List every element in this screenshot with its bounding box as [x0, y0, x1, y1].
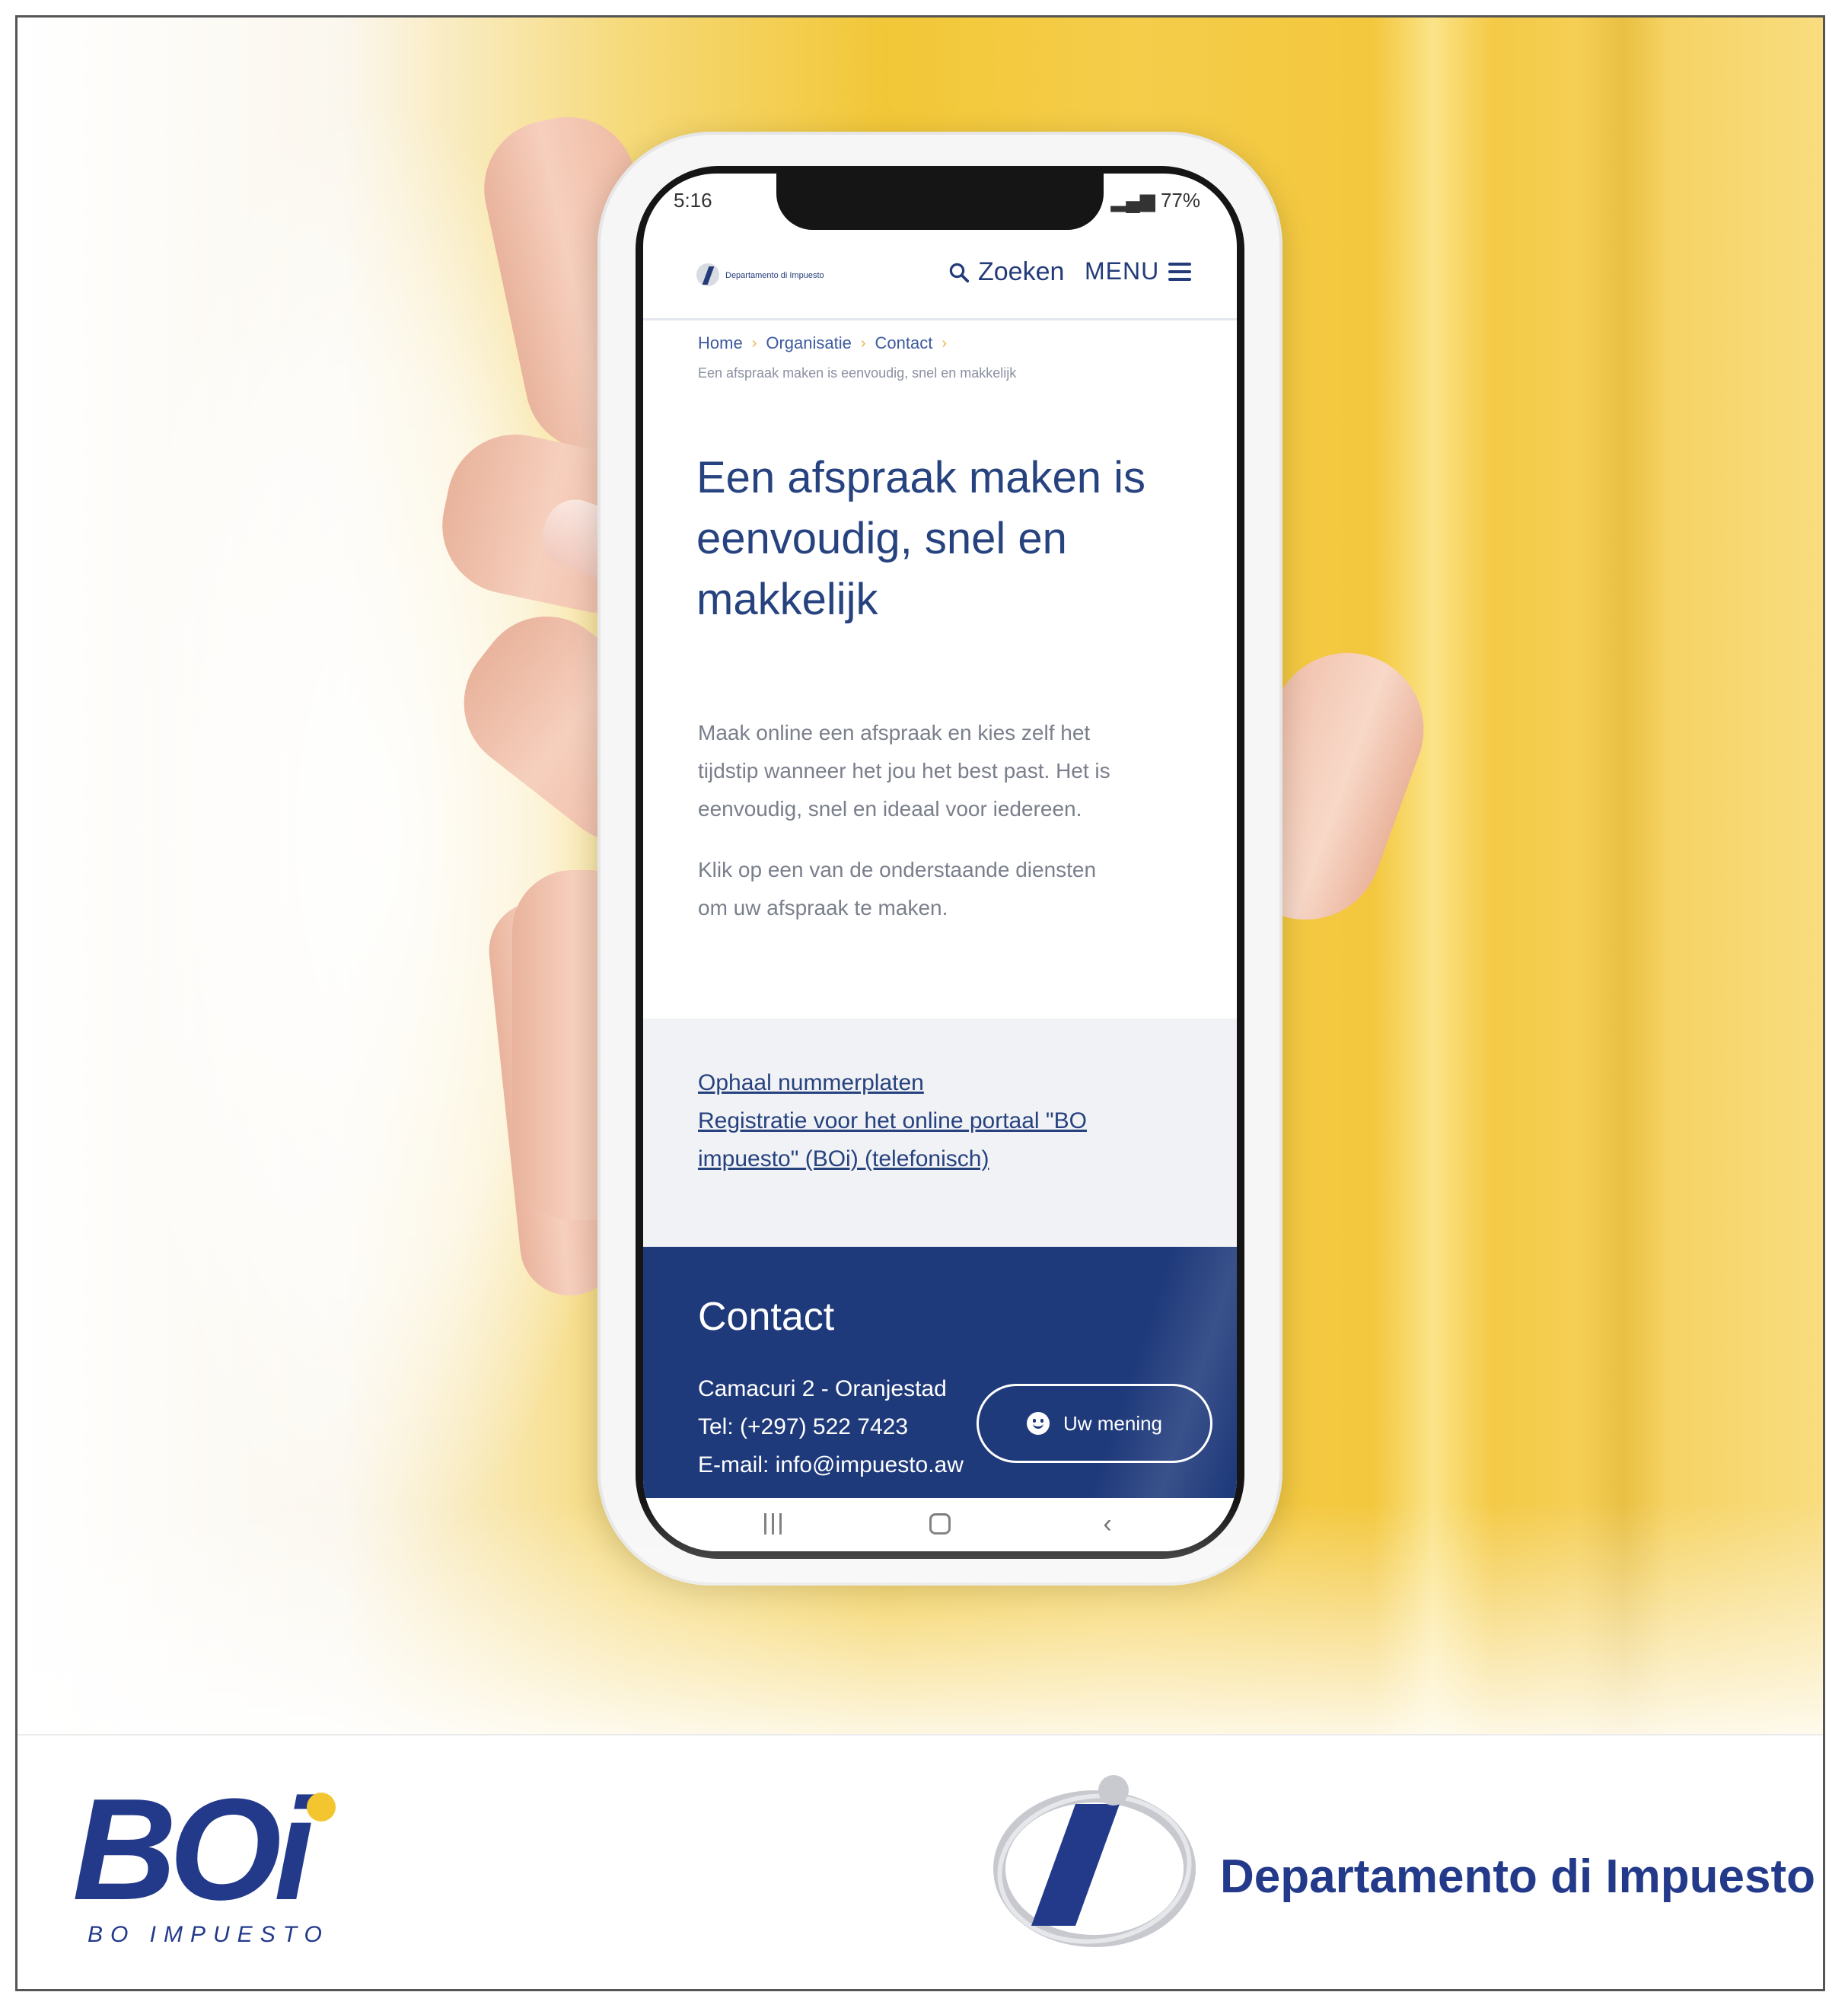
intro-line: Maak online een afspraak en kies zelf he…	[698, 721, 1091, 744]
chevron-right-icon: ›	[860, 334, 866, 352]
breadcrumb-contact[interactable]: Contact	[875, 333, 933, 353]
breadcrumb: Home › Organisatie › Contact › Een afspr…	[698, 333, 1216, 381]
breadcrumb-current: Een afspraak maken is eenvoudig, snel en…	[698, 365, 1017, 381]
promo-frame: 5:16 ▂▄▆ 77% Departamento di Impuesto Zo…	[15, 15, 1825, 1991]
intro-paragraph: Maak online een afspraak en kies zelf he…	[698, 714, 1170, 828]
department-logo: Departamento di Impuesto	[961, 1774, 1815, 1956]
smile-icon	[1026, 1412, 1050, 1435]
sweater-fold	[1372, 18, 1494, 1734]
logo-band: BOi BO IMPUESTO Departamento di Impuesto	[18, 1734, 1823, 1989]
department-name: Departamento di Impuesto	[1220, 1850, 1815, 1903]
department-logo-icon	[993, 1775, 1196, 1947]
sweater-fold	[1578, 18, 1669, 1734]
search-icon	[949, 263, 970, 282]
chevron-right-icon: ›	[942, 334, 948, 352]
footer-email[interactable]: E-mail: info@impuesto.aw	[698, 1452, 964, 1478]
footer-phone[interactable]: Tel: (+297) 522 7423	[698, 1414, 908, 1440]
service-link-line: Registratie voor het online portaal "BO	[698, 1108, 1087, 1133]
promo-photo: 5:16 ▂▄▆ 77% Departamento di Impuesto Zo…	[18, 18, 1823, 1734]
contact-footer: Contact Camacuri 2 - Oranjestad Tel: (+2…	[643, 1239, 1237, 1513]
photo-fade	[18, 1502, 1823, 1734]
phone-screen: 5:16 ▂▄▆ 77% Departamento di Impuesto Zo…	[643, 174, 1237, 1551]
menu-button[interactable]: MENU	[1085, 257, 1192, 285]
breadcrumb-organisatie[interactable]: Organisatie	[766, 333, 852, 353]
services-list: Ophaal nummerplaten Registratie voor het…	[643, 1018, 1237, 1247]
status-time: 5:16	[674, 189, 712, 212]
feedback-label: Uw mening	[1063, 1411, 1163, 1435]
instruction-line: om uw afspraak te maken.	[698, 896, 948, 920]
department-logo-icon	[696, 263, 719, 286]
breadcrumb-home[interactable]: Home	[698, 333, 743, 353]
instruction-paragraph: Klik op een van de onderstaande diensten…	[698, 851, 1170, 927]
page-title-line: eenvoudig, snel en	[696, 514, 1067, 563]
boi-logo-word: BOi	[72, 1769, 314, 1930]
boi-logo: BOi BO IMPUESTO	[72, 1777, 392, 1952]
feedback-button[interactable]: Uw mening	[977, 1384, 1212, 1463]
footer-sheen	[1085, 1239, 1237, 1513]
battery-percent: 77%	[1160, 189, 1200, 212]
site-header: Departamento di Impuesto Zoeken MENU	[643, 234, 1237, 320]
signal-icon: ▂▄▆	[1110, 189, 1161, 212]
footer-title: Contact	[698, 1295, 835, 1339]
boi-logo-subtitle: BO IMPUESTO	[88, 1922, 330, 1947]
site-logo-text: Departamento di Impuesto	[725, 271, 824, 280]
menu-label: MENU	[1085, 257, 1160, 285]
service-link-line: impuesto" (BOi) (telefonisch)	[698, 1146, 989, 1171]
service-link-boi-registratie[interactable]: Registratie voor het online portaal "BO …	[698, 1102, 1170, 1178]
hamburger-icon	[1168, 262, 1192, 281]
footer-address: Camacuri 2 - Oranjestad	[698, 1376, 947, 1401]
battery-indicator: ▂▄▆ 77%	[1110, 189, 1200, 212]
service-link-nummerplaten[interactable]: Ophaal nummerplaten	[698, 1064, 1170, 1102]
instruction-line: Klik op een van de onderstaande diensten	[698, 858, 1097, 881]
intro-line: eenvoudig, snel en ideaal voor iedereen.	[698, 797, 1082, 821]
status-bar: 5:16 ▂▄▆ 77%	[643, 174, 1237, 230]
page-title-line: makkelijk	[696, 575, 878, 624]
search-label: Zoeken	[978, 257, 1065, 286]
site-logo[interactable]: Departamento di Impuesto	[696, 263, 824, 286]
boi-logo-dot	[307, 1793, 336, 1822]
page-title: Een afspraak maken is eenvoudig, snel en…	[696, 448, 1184, 630]
page-title-line: Een afspraak maken is	[696, 453, 1145, 502]
intro-line: tijdstip wanneer het jou het best past. …	[698, 759, 1110, 782]
chevron-right-icon: ›	[751, 334, 757, 352]
search-button[interactable]: Zoeken	[948, 257, 1064, 287]
